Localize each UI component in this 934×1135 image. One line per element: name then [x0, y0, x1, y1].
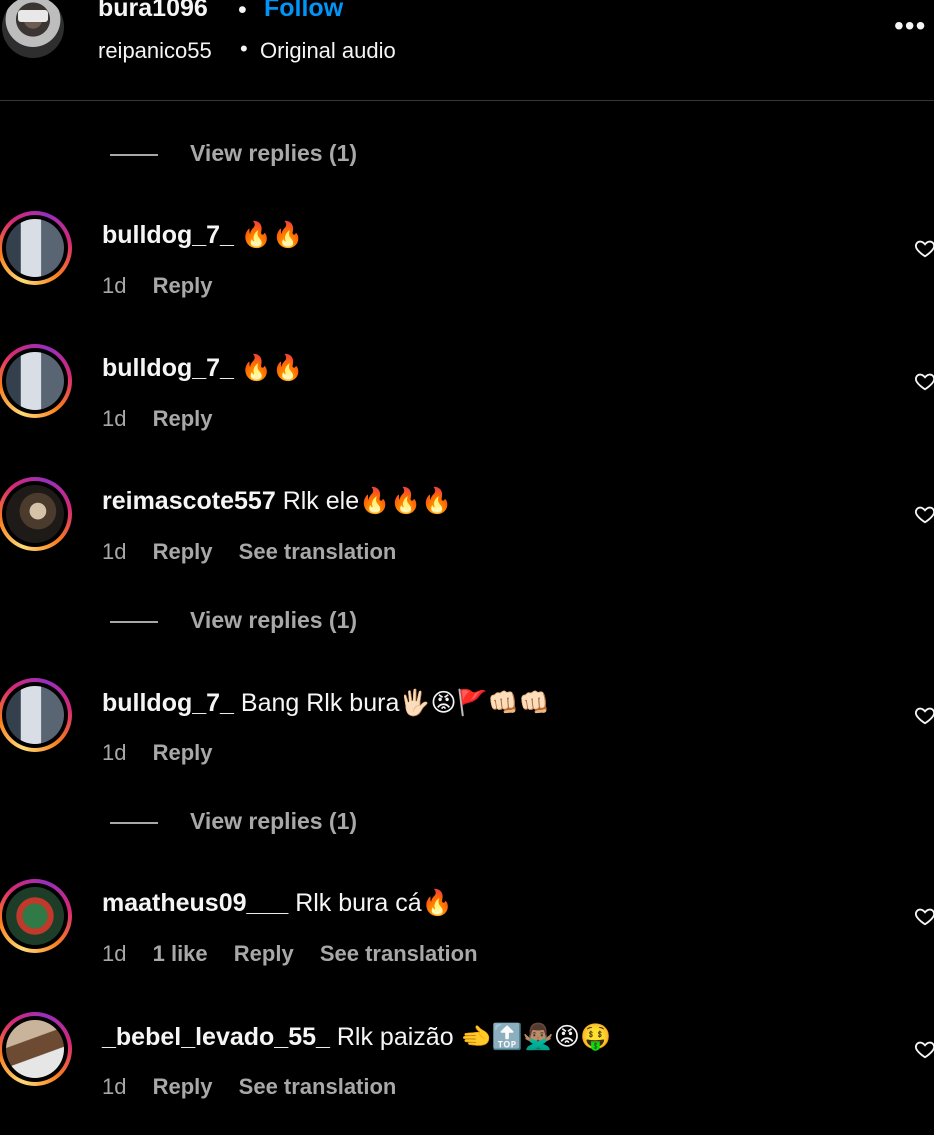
- author-username[interactable]: bura1096: [98, 0, 208, 23]
- more-options-icon[interactable]: •••: [894, 10, 926, 42]
- comment-time: 1d: [102, 406, 127, 431]
- likes-count[interactable]: 1 like: [153, 941, 208, 966]
- comment-text: maatheus09___ Rlk bura cá🔥: [102, 889, 453, 918]
- avatar: [6, 686, 64, 744]
- comments-page: bura1096 • Follow reipanico55 • Original…: [0, 0, 934, 1135]
- comment-text: _bebel_levado_55_ Rlk paizão 🫲🔝🙅🏽‍♂️😡🤑: [102, 1022, 611, 1052]
- reply-button[interactable]: Reply: [153, 273, 213, 298]
- replies-line: [110, 822, 158, 824]
- reply-button[interactable]: Reply: [153, 406, 213, 431]
- comment-item: bulldog_7_ 🔥🔥 1d Reply: [0, 344, 934, 444]
- comment-item: bulldog_7_ 🔥🔥 1d Reply: [0, 211, 934, 311]
- comment-meta: 1d Reply See translation: [102, 1074, 416, 1100]
- avatar: [6, 352, 64, 410]
- comment-time: 1d: [102, 740, 127, 765]
- replies-line: [110, 154, 158, 156]
- heart-icon[interactable]: [914, 503, 934, 525]
- comment-username[interactable]: reimascote557: [102, 487, 276, 515]
- comment-username[interactable]: maatheus09___: [102, 889, 288, 917]
- story-ring[interactable]: [0, 879, 72, 953]
- story-ring[interactable]: [0, 1012, 72, 1086]
- story-ring[interactable]: [0, 678, 72, 752]
- follow-button[interactable]: Follow: [264, 0, 343, 23]
- comment-item: _bebel_levado_55_ Rlk paizão 🫲🔝🙅🏽‍♂️😡🤑 1…: [0, 1012, 934, 1112]
- avatar-cap-shape: [18, 10, 48, 22]
- comment-text: reimascote557 Rlk ele🔥🔥🔥: [102, 487, 453, 516]
- heart-icon[interactable]: [914, 237, 934, 259]
- comment-username[interactable]: bulldog_7_: [102, 221, 234, 249]
- story-ring[interactable]: [0, 477, 72, 551]
- heart-icon[interactable]: [914, 1038, 934, 1060]
- comment-meta: 1d Reply See translation: [102, 539, 416, 565]
- comment-meta: 1d Reply: [102, 740, 233, 766]
- reel-header: bura1096 • Follow reipanico55 • Original…: [0, 0, 934, 101]
- see-translation-button[interactable]: See translation: [239, 539, 397, 564]
- comment-username[interactable]: _bebel_levado_55_: [102, 1023, 330, 1051]
- view-replies-label: View replies (1): [190, 607, 358, 633]
- comment-item: reimascote557 Rlk ele🔥🔥🔥 1d Reply See tr…: [0, 477, 934, 577]
- comment-item: bulldog_7_ Bang Rlk bura🖐🏻😡🚩👊🏻👊🏻 1d Repl…: [0, 678, 934, 778]
- avatar: [6, 485, 64, 543]
- comment-time: 1d: [102, 941, 127, 966]
- heart-icon[interactable]: [914, 905, 934, 927]
- audio-owner[interactable]: reipanico55: [98, 38, 212, 64]
- comment-meta: 1d Reply: [102, 406, 233, 432]
- reply-button[interactable]: Reply: [153, 1074, 213, 1099]
- see-translation-button[interactable]: See translation: [239, 1074, 397, 1099]
- heart-icon[interactable]: [914, 704, 934, 726]
- avatar: [6, 1020, 64, 1078]
- separator-dot: •: [240, 36, 248, 61]
- comment-body: Rlk paizão 🫲🔝🙅🏽‍♂️😡🤑: [336, 1023, 612, 1051]
- separator-dot: •: [238, 0, 247, 24]
- view-replies-label: View replies (1): [190, 808, 358, 834]
- audio-label[interactable]: Original audio: [260, 38, 396, 64]
- reply-button[interactable]: Reply: [153, 740, 213, 765]
- replies-line: [110, 621, 158, 623]
- comment-time: 1d: [102, 1074, 127, 1099]
- comment-body: Rlk ele🔥🔥🔥: [282, 487, 453, 515]
- comment-body: Rlk bura cá🔥: [295, 889, 453, 917]
- comment-meta: 1d 1 like Reply See translation: [102, 941, 498, 967]
- view-replies-label: View replies (1): [190, 140, 358, 166]
- avatar: [6, 219, 64, 277]
- comment-time: 1d: [102, 273, 127, 298]
- see-translation-button[interactable]: See translation: [320, 941, 478, 966]
- comment-body: Bang Rlk bura🖐🏻😡🚩👊🏻👊🏻: [240, 689, 550, 717]
- comment-item: maatheus09___ Rlk bura cá🔥 1d 1 like Rep…: [0, 879, 934, 979]
- author-avatar[interactable]: [2, 0, 64, 58]
- avatar: [6, 887, 64, 945]
- comment-username[interactable]: bulldog_7_: [102, 354, 234, 382]
- story-ring[interactable]: [0, 344, 72, 418]
- reply-button[interactable]: Reply: [234, 941, 294, 966]
- comment-username[interactable]: bulldog_7_: [102, 689, 234, 717]
- comment-time: 1d: [102, 539, 127, 564]
- comment-text: bulldog_7_ 🔥🔥: [102, 354, 303, 383]
- story-ring[interactable]: [0, 211, 72, 285]
- comment-body: 🔥🔥: [240, 221, 304, 249]
- comment-meta: 1d Reply: [102, 273, 233, 299]
- comment-text: bulldog_7_ Bang Rlk bura🖐🏻😡🚩👊🏻👊🏻: [102, 688, 550, 718]
- comment-body: 🔥🔥: [240, 354, 304, 382]
- reply-button[interactable]: Reply: [153, 539, 213, 564]
- comment-text: bulldog_7_ 🔥🔥: [102, 221, 303, 250]
- heart-icon[interactable]: [914, 370, 934, 392]
